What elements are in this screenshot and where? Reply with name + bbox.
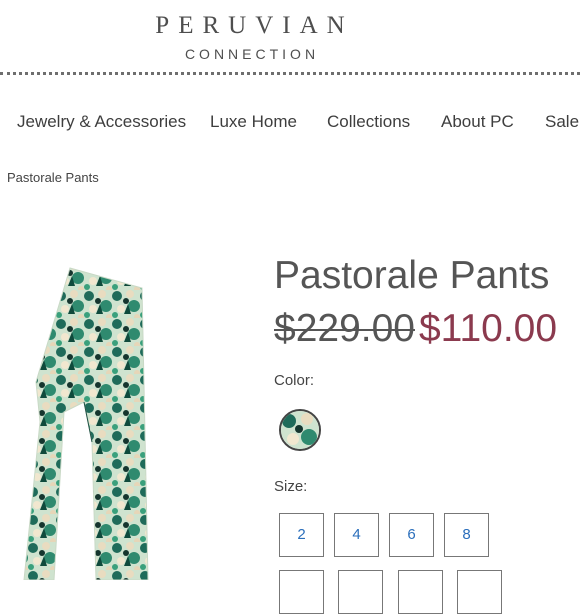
size-button-row2-1[interactable] bbox=[279, 570, 324, 614]
color-label: Color: bbox=[274, 372, 315, 389]
main-nav: Jewelry & Accessories Luxe Home Collecti… bbox=[0, 112, 580, 136]
size-button-8[interactable]: 8 bbox=[444, 513, 489, 557]
size-button-2[interactable]: 2 bbox=[279, 513, 324, 557]
product-title: Pastorale Pants bbox=[274, 254, 550, 297]
nav-item-collections[interactable]: Collections bbox=[327, 112, 410, 132]
brand-name: PERUVIAN bbox=[155, 12, 354, 39]
size-button-4[interactable]: 4 bbox=[334, 513, 379, 557]
price-row: $229.00 $110.00 bbox=[274, 306, 557, 352]
price-sale: $110.00 bbox=[418, 307, 558, 350]
size-button-6[interactable]: 6 bbox=[389, 513, 434, 557]
price-original: $229.00 bbox=[274, 307, 415, 350]
brand-subname: CONNECTION bbox=[184, 46, 320, 62]
size-button-row2-2[interactable] bbox=[338, 570, 383, 614]
nav-item-sale[interactable]: Sale bbox=[545, 112, 579, 132]
size-label: Size: bbox=[274, 478, 308, 495]
color-swatch[interactable] bbox=[279, 409, 321, 451]
size-button-row2-3[interactable] bbox=[398, 570, 443, 614]
breadcrumb[interactable]: Pastorale Pants bbox=[7, 170, 99, 185]
nav-item-luxe-home[interactable]: Luxe Home bbox=[210, 112, 297, 132]
size-button-row2-4[interactable] bbox=[457, 570, 502, 614]
swatch-pattern bbox=[281, 411, 319, 449]
header-divider bbox=[0, 72, 580, 75]
nav-item-jewelry-accessories[interactable]: Jewelry & Accessories bbox=[17, 112, 186, 132]
product-image[interactable] bbox=[0, 262, 170, 580]
pants-illustration bbox=[23, 267, 149, 580]
nav-item-about-pc[interactable]: About PC bbox=[441, 112, 514, 132]
brand-logo[interactable]: PERUVIAN CONNECTION bbox=[0, 12, 500, 62]
